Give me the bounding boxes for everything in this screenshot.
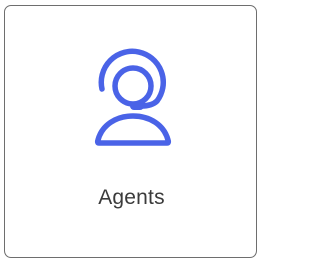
headset-agent-icon [89,48,177,146]
agents-tile[interactable]: Agents [4,5,257,258]
tile-label: Agents [98,186,165,209]
